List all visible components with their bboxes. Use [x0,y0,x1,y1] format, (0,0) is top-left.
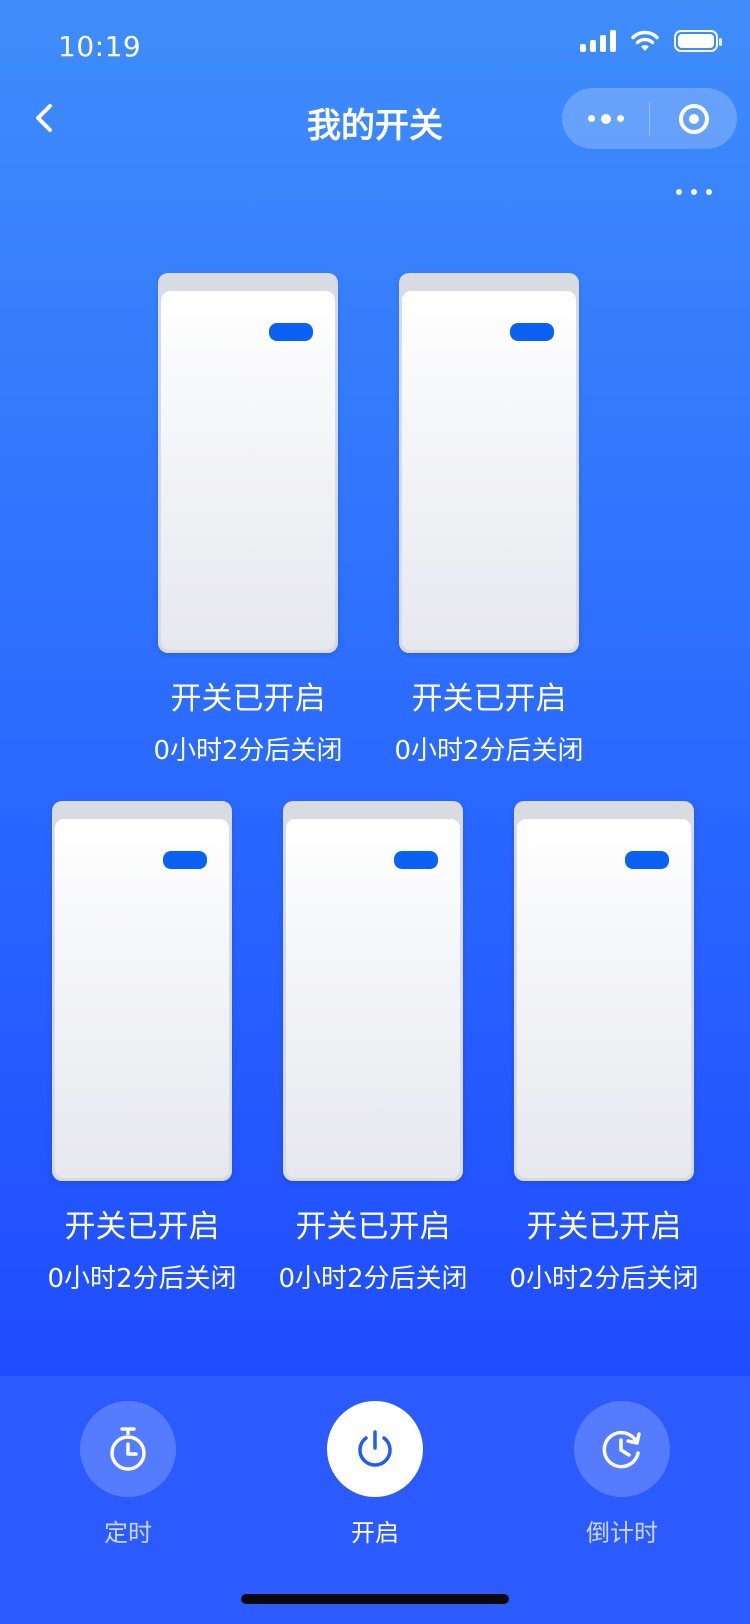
more-dots-icon [587,113,624,124]
status-bar: 10:19 [0,0,750,90]
schedule-button[interactable]: 定时 [68,1401,188,1548]
more-options-button[interactable] [676,182,712,202]
switch-card-4[interactable]: 开关已开启 0小时2分后关闭 [278,801,468,1295]
switch-body [399,273,579,653]
battery-icon [674,30,722,52]
switch-body [52,801,232,1181]
power-icon [358,1430,392,1467]
countdown-button-circle [574,1401,670,1497]
switch-card-5[interactable]: 开关已开启 0小时2分后关闭 [509,801,699,1295]
switch-timer: 0小时2分后关闭 [47,1264,237,1294]
switch-panel [161,291,335,650]
schedule-button-circle [80,1401,176,1497]
switch-panel [286,819,460,1178]
switch-indicator-light [269,323,313,341]
mini-program-capsule [562,88,737,149]
target-icon [678,103,709,134]
countdown-button[interactable]: 倒计时 [562,1401,682,1548]
switch-card-3[interactable]: 开关已开启 0小时2分后关闭 [47,801,237,1295]
switch-indicator-light [625,851,669,869]
switch-status: 开关已开启 [295,1209,451,1245]
switch-status: 开关已开启 [170,681,326,717]
switch-body [158,273,338,653]
dot-icon [676,189,682,195]
status-time: 10:19 [58,30,142,63]
capsule-more-button[interactable] [562,88,649,149]
wifi-icon [630,30,660,52]
switch-timer: 0小时2分后关闭 [278,1264,468,1294]
switch-panel [402,291,576,650]
schedule-label: 定时 [104,1519,152,1547]
dot-icon [691,189,697,195]
status-icons [580,30,722,52]
capsule-close-button[interactable] [650,88,737,149]
switch-timer: 0小时2分后关闭 [509,1264,699,1294]
stopwatch-icon [110,1427,146,1471]
switch-status: 开关已开启 [411,681,567,717]
switch-body [283,801,463,1181]
power-on-button[interactable]: 开启 [315,1401,435,1548]
switch-indicator-light [394,851,438,869]
signal-icon [580,30,616,52]
home-indicator [241,1594,509,1604]
switch-status: 开关已开启 [64,1209,220,1245]
countdown-clock-icon [602,1430,641,1469]
switch-timer: 0小时2分后关闭 [153,736,343,766]
switch-card-1[interactable]: 开关已开启 0小时2分后关闭 [153,273,343,767]
switch-timer: 0小时2分后关闭 [394,736,584,766]
switch-indicator-light [510,323,554,341]
power-button-circle [327,1401,423,1497]
dot-icon [706,189,712,195]
switch-status: 开关已开启 [526,1209,682,1245]
switch-body [514,801,694,1181]
countdown-label: 倒计时 [586,1519,658,1547]
switch-panel [517,819,691,1178]
switch-panel [55,819,229,1178]
switch-card-2[interactable]: 开关已开启 0小时2分后关闭 [394,273,584,767]
power-label: 开启 [351,1519,399,1547]
bottom-action-bar: 定时 开启 倒计时 [0,1376,750,1624]
switch-indicator-light [163,851,207,869]
